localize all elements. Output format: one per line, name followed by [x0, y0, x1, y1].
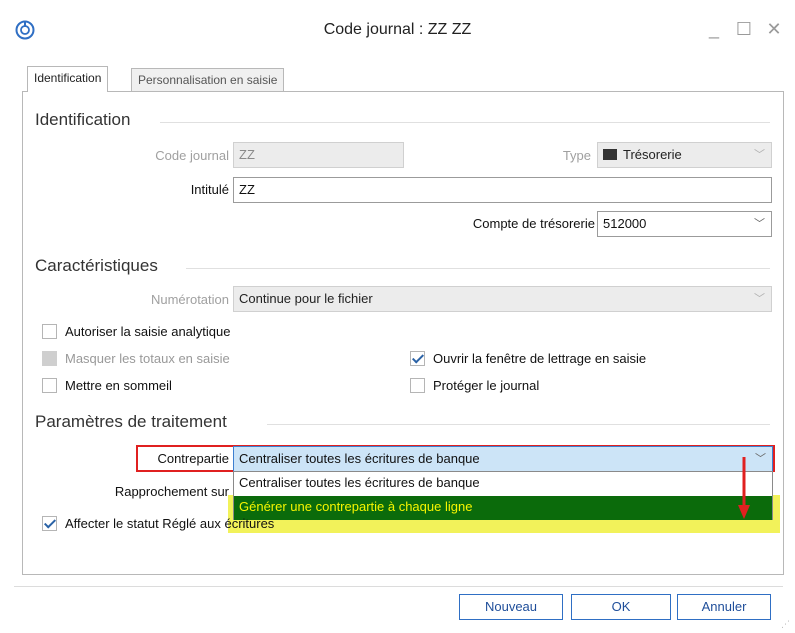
- checkbox-box[interactable]: [410, 377, 425, 393]
- code-journal-field: ZZ: [233, 142, 404, 168]
- numerotation-label: Numérotation: [150, 292, 229, 307]
- chevron-down-icon: ﹀: [754, 149, 765, 161]
- tab-personnalisation-en-saisie[interactable]: Personnalisation en saisie: [131, 68, 285, 92]
- chevron-down-icon: ﹀: [754, 218, 765, 230]
- numerotation-select: Continue pour le fichier ﹀: [233, 286, 772, 312]
- title-bar: Code journal : ZZ ZZ _ ☐ ✕: [0, 0, 795, 60]
- checkbox-box[interactable]: [42, 515, 57, 531]
- type-label: Type: [562, 148, 591, 163]
- contrepartie-label: Contrepartie: [157, 451, 229, 466]
- minimize-icon[interactable]: _: [703, 18, 725, 40]
- section-title-parametres-traitement: Paramètres de traitement: [35, 412, 227, 431]
- intitule-input[interactable]: ZZ: [233, 177, 772, 203]
- section-title-caracteristiques: Caractéristiques: [35, 256, 158, 275]
- masquer-totaux-checkbox: Masquer les totaux en saisie: [42, 348, 230, 368]
- annuler-button[interactable]: Annuler: [677, 594, 771, 620]
- mettre-en-sommeil-checkbox[interactable]: Mettre en sommeil: [42, 375, 172, 395]
- type-value: Trésorerie: [623, 147, 682, 162]
- type-select: Trésorerie ﹀: [597, 142, 772, 168]
- affecter-statut-regle-checkbox[interactable]: Affecter le statut Réglé aux écritures: [42, 513, 274, 533]
- checkbox-label: Ouvrir la fenêtre de lettrage en saisie: [433, 350, 647, 366]
- ok-button[interactable]: OK: [571, 594, 671, 620]
- tab-identification[interactable]: Identification: [27, 66, 109, 92]
- nouveau-button[interactable]: Nouveau: [459, 594, 563, 620]
- maximize-icon[interactable]: ☐: [733, 18, 755, 40]
- section-divider: [267, 424, 770, 425]
- contrepartie-value: Centraliser toutes les écritures de banq…: [239, 451, 480, 466]
- section-divider: [160, 122, 770, 123]
- checkbox-box[interactable]: [42, 323, 57, 339]
- checkbox-label: Protéger le journal: [433, 377, 540, 393]
- red-arrow-icon: [738, 457, 750, 519]
- window-title: Code journal : ZZ ZZ: [323, 21, 472, 38]
- section-divider: [186, 268, 770, 269]
- checkbox-label: Autoriser la saisie analytique: [65, 323, 231, 339]
- checkbox-label: Masquer les totaux en saisie: [65, 350, 230, 366]
- close-icon[interactable]: ✕: [763, 18, 785, 40]
- resize-grip-icon[interactable]: ⋰: [781, 619, 791, 629]
- compte-tresorerie-label: Compte de trésorerie: [472, 216, 595, 231]
- contrepartie-select[interactable]: Centraliser toutes les écritures de banq…: [233, 446, 773, 472]
- proteger-journal-checkbox[interactable]: Protéger le journal: [410, 375, 539, 395]
- contrepartie-dropdown-list: Centraliser toutes les écritures de banq…: [233, 471, 773, 520]
- autoriser-saisie-analytique-checkbox[interactable]: Autoriser la saisie analytique: [42, 321, 230, 341]
- numerotation-value: Continue pour le fichier: [239, 291, 373, 306]
- compte-tresorerie-select[interactable]: 512000 ﹀: [597, 211, 772, 237]
- code-journal-label: Code journal: [155, 148, 229, 163]
- checkbox-box[interactable]: [42, 377, 57, 393]
- footer-divider: [14, 586, 783, 587]
- checkbox-label: Mettre en sommeil: [65, 377, 172, 393]
- rapprochement-label: Rapprochement sur: [114, 484, 229, 499]
- intitule-label: Intitulé: [190, 182, 229, 197]
- dropdown-option[interactable]: Centraliser toutes les écritures de banq…: [234, 472, 772, 496]
- chevron-down-icon[interactable]: ﹀: [755, 447, 766, 471]
- compte-tresorerie-value: 512000: [603, 216, 647, 231]
- checkbox-box: [42, 350, 57, 366]
- checkbox-label: Affecter le statut Réglé aux écritures: [65, 515, 275, 531]
- ouvrir-lettrage-checkbox[interactable]: Ouvrir la fenêtre de lettrage en saisie: [410, 348, 646, 368]
- dropdown-option-selected[interactable]: Générer une contrepartie à chaque ligne: [234, 496, 772, 520]
- checkbox-box[interactable]: [410, 350, 425, 366]
- chevron-down-icon: ﹀: [754, 293, 765, 305]
- journal-type-icon: [603, 149, 617, 161]
- section-title-identification: Identification: [35, 110, 131, 129]
